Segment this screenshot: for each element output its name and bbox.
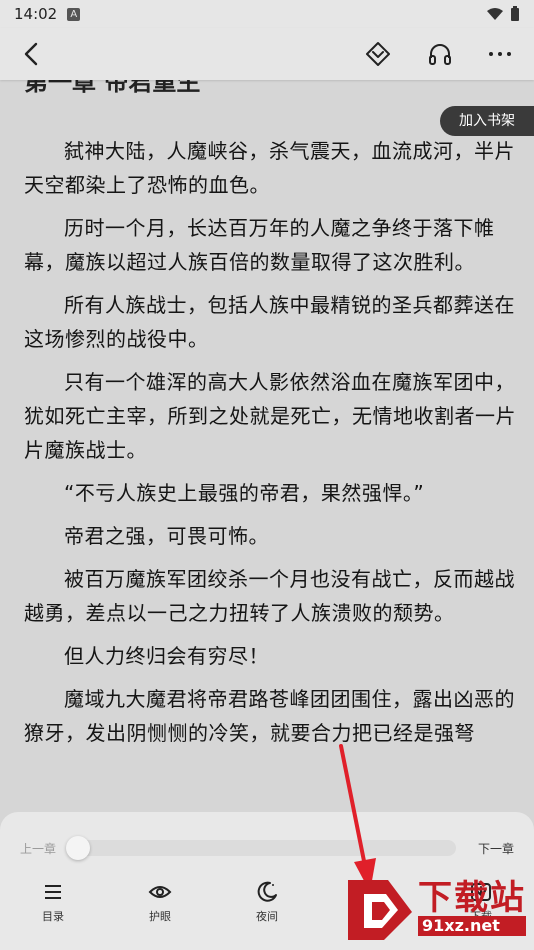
status-indicators [486, 6, 520, 22]
menu-eye-care-button[interactable]: 护眼 [125, 880, 195, 940]
paragraph: 但人力终归会有穷尽！ [64, 644, 269, 668]
paragraph: 只有一个雄浑的高大人影依然浴血在魔族军团中，犹如死亡主宰，所到之处就是死亡，无情… [24, 370, 516, 462]
paragraph: 所有人族战士，包括人族中最精锐的圣兵都葬送在这场惨烈的战役中。 [24, 293, 515, 351]
moon-icon [257, 881, 277, 902]
menu-label: 护眼 [149, 910, 171, 923]
battery-icon [511, 6, 519, 21]
menu-label: 目录 [42, 910, 64, 923]
paragraph: 弑神大陆，人魔峡谷，杀气震天，血流成河，半片天空都染上了恐怖的血色。 [24, 139, 515, 197]
menu-toc-button[interactable]: 目录 [18, 880, 88, 940]
status-bar: 14:02 A [0, 0, 534, 28]
back-icon[interactable] [18, 40, 46, 68]
headphones-icon[interactable] [426, 40, 454, 68]
eye-icon [148, 886, 172, 898]
watermark-text: 下载站 91xz.net [418, 880, 526, 936]
next-chapter-button[interactable]: 下一章 [478, 840, 514, 857]
paragraph: 魔域九大魔君将帝君路苍峰团团围住，露出凶恶的獠牙，发出阴恻恻的冷笑，就要合力把已… [24, 687, 515, 745]
watermark-url: 91xz.net [418, 916, 526, 936]
more-dots-icon[interactable] [486, 40, 514, 68]
diamond-chevron-icon[interactable] [364, 40, 392, 68]
menu-label: 夜间 [256, 910, 278, 923]
paragraph: 历时一个月，长达百万年的人魔之争终于落下帷幕，魔族以超过人族百倍的数量取得了这次… [24, 216, 495, 274]
prev-chapter-button[interactable]: 上一章 [20, 840, 56, 857]
watermark-title: 下载站 [418, 878, 526, 918]
watermark-mark-icon [344, 872, 416, 944]
paragraph: 帝君之强，可畏可怖。 [64, 524, 269, 548]
paragraph: 被百万魔族军团绞杀一个月也没有战亡，反而越战越勇，差点以一己之力扭转了人族溃败的… [24, 567, 515, 625]
chapter-progress-track[interactable] [70, 840, 456, 856]
menu-night-button[interactable]: 夜间 [232, 880, 302, 940]
chapter-progress-thumb[interactable] [66, 836, 90, 860]
watermark-logo: 下载站 91xz.net [344, 872, 526, 944]
status-time: 14:02 [14, 5, 58, 23]
app-notification-icon: A [67, 7, 81, 21]
add-to-bookshelf-button[interactable]: 加入书架 [440, 106, 534, 136]
paragraph: “不亏人族史上最强的帝君，果然强悍。” [64, 481, 425, 505]
top-toolbar [0, 28, 534, 80]
list-icon [45, 885, 61, 899]
reading-content: 弑神大陆，人魔峡谷，杀气震天，血流成河，半片天空都染上了恐怖的血色。 历时一个月… [24, 134, 516, 759]
wifi-icon [487, 8, 503, 20]
